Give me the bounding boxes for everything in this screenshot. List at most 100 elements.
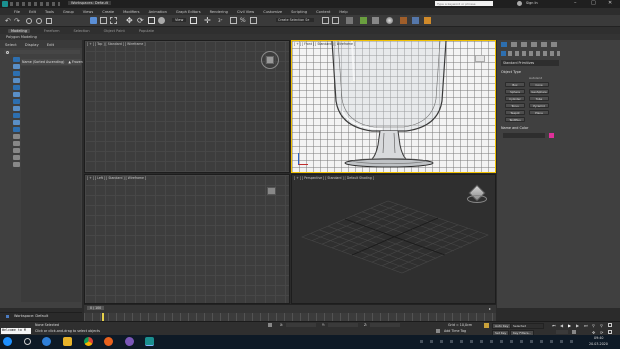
snaps-toggle-icon[interactable]: 3⁺ xyxy=(218,18,223,23)
cmd-tab-hierarchy-icon[interactable] xyxy=(521,42,527,47)
zoom-icon[interactable]: ⚲ xyxy=(592,323,595,328)
search-input[interactable] xyxy=(435,1,493,6)
select-object-icon[interactable] xyxy=(90,17,97,24)
textplus-button[interactable]: TextPlus xyxy=(505,117,525,122)
scale-icon[interactable] xyxy=(148,17,155,24)
workspace-selector[interactable]: Workspace: Default xyxy=(0,312,82,320)
move-icon[interactable]: ✥ xyxy=(126,16,133,25)
menu-content[interactable]: Content xyxy=(316,10,330,14)
viber-icon[interactable] xyxy=(125,337,134,346)
explorer-menu-select[interactable]: Select xyxy=(5,42,17,47)
cmd-tab-create-icon[interactable] xyxy=(501,42,507,47)
viewcube-ring[interactable] xyxy=(467,195,487,203)
explorer-folder-icon[interactable] xyxy=(63,337,72,346)
prev-frame-icon[interactable]: ◀ xyxy=(560,323,563,328)
selection-set-dropdown[interactable]: Create Selection Se xyxy=(276,18,314,22)
material-editor-icon[interactable] xyxy=(386,17,393,24)
rendered-frame-icon[interactable] xyxy=(412,17,419,24)
name-and-color-title[interactable]: Name and Color xyxy=(501,126,528,130)
cylinder-button[interactable]: Cylinder xyxy=(505,96,525,101)
teapot-button[interactable]: Teapot xyxy=(505,110,525,115)
box-button[interactable]: Box xyxy=(505,82,525,87)
menu-tools[interactable]: Tools xyxy=(45,10,54,14)
cmd-tab-motion-icon[interactable] xyxy=(531,42,537,47)
next-frame-icon[interactable]: ▸ xyxy=(489,306,491,311)
select-by-name-icon[interactable] xyxy=(100,17,107,24)
time-slider-handle[interactable]: 0 / 100 xyxy=(87,306,105,310)
mirror-icon[interactable] xyxy=(322,17,329,24)
maximize-icon[interactable]: □ xyxy=(591,0,596,6)
explorer-list[interactable] xyxy=(21,66,81,302)
tab-object-paint[interactable]: Object Paint xyxy=(104,29,125,33)
filter-bones-icon[interactable] xyxy=(13,113,20,118)
link-icon[interactable] xyxy=(26,18,32,24)
sphere-button[interactable]: Sphere xyxy=(505,89,525,94)
filter-helpers-icon[interactable] xyxy=(13,85,20,90)
filter-spacewarps-icon[interactable] xyxy=(13,92,20,97)
next-key-icon[interactable]: ▶ xyxy=(576,323,579,328)
sign-in-button[interactable]: Sign In xyxy=(526,1,538,5)
edge-icon[interactable] xyxy=(42,337,51,346)
column-name-header[interactable]: Name (Sorted Ascending) xyxy=(22,60,64,64)
menu-graph-editors[interactable]: Graph Editors xyxy=(176,10,201,14)
clock-time[interactable]: 09:40 xyxy=(594,336,604,340)
cmd-tab-modify-icon[interactable] xyxy=(511,42,517,47)
viewport-top-label[interactable]: [ + ] [ Top ] [ Standard ] [ Wireframe ] xyxy=(87,42,146,46)
render-setup-icon[interactable] xyxy=(400,17,407,24)
menu-scripting[interactable]: Scripting xyxy=(291,10,307,14)
zoom-extents-icon[interactable] xyxy=(608,323,612,327)
track-bar[interactable] xyxy=(84,313,496,321)
close-icon[interactable]: ✕ xyxy=(608,0,612,6)
search-icon[interactable] xyxy=(24,338,31,345)
schematic-view-icon[interactable] xyxy=(372,17,379,24)
goto-start-icon[interactable]: ⏮ xyxy=(552,323,556,328)
geosphere-button[interactable]: GeoSphere xyxy=(529,89,549,94)
tab-selection[interactable]: Selection xyxy=(74,29,90,33)
find-icon[interactable] xyxy=(13,162,20,167)
object-name-field[interactable] xyxy=(503,133,545,138)
filter-shapes-icon[interactable] xyxy=(13,64,20,69)
primitive-type-dropdown[interactable]: Standard Primitives xyxy=(501,60,559,66)
explorer-menu-edit[interactable]: Edit xyxy=(47,42,54,47)
filter-containers-icon[interactable] xyxy=(13,120,20,125)
rect-selection-icon[interactable] xyxy=(110,17,117,24)
align-icon[interactable] xyxy=(332,17,339,24)
filter-cameras-icon[interactable] xyxy=(13,78,20,83)
time-tag-icon[interactable] xyxy=(436,329,440,333)
place-icon[interactable] xyxy=(158,17,165,24)
auto-key-button[interactable]: Auto Key xyxy=(492,323,512,329)
menu-group[interactable]: Group xyxy=(63,10,74,14)
frame-field[interactable] xyxy=(556,330,568,334)
viewport-left[interactable]: [ + ] [ Left ] [ Standard ] [ Wireframe … xyxy=(84,174,290,304)
explorer-search-icon[interactable] xyxy=(6,51,9,54)
tube-button[interactable]: Tube xyxy=(529,96,549,101)
selected-dropdown[interactable]: Selected xyxy=(510,323,544,329)
menu-animation[interactable]: Animation xyxy=(149,10,167,14)
rotate-icon[interactable]: ⟳ xyxy=(137,16,144,25)
angle-snap-icon[interactable] xyxy=(230,17,237,24)
viewport-front[interactable]: [ + ] [ Front ] [ Standard ] [ Wireframe… xyxy=(291,40,496,173)
workspace-title[interactable]: Workspaces: Default xyxy=(68,1,111,5)
percent-snap-icon[interactable]: % xyxy=(240,17,246,24)
user-icon[interactable] xyxy=(517,1,522,6)
redo-icon[interactable]: ↷ xyxy=(14,17,20,25)
object-type-title[interactable]: Object Type xyxy=(501,70,521,74)
geometry-category-icon[interactable] xyxy=(501,51,506,56)
menu-edit[interactable]: Edit xyxy=(29,10,36,14)
viewport-left-label[interactable]: [ + ] [ Left ] [ Standard ] [ Wireframe … xyxy=(87,176,146,180)
firefox-icon[interactable] xyxy=(104,337,113,346)
menu-rendering[interactable]: Rendering xyxy=(210,10,228,14)
filter-all-icon[interactable] xyxy=(13,141,20,146)
time-slider[interactable]: 0 / 100 ▸ xyxy=(84,304,496,313)
zoom-all-icon[interactable]: ⚲ xyxy=(600,323,603,328)
x-field[interactable] xyxy=(286,323,316,327)
bind-space-warp-icon[interactable] xyxy=(46,18,52,24)
cmd-tab-utilities-icon[interactable] xyxy=(551,42,557,47)
column-frozen-header[interactable]: ▲ Frozen xyxy=(68,60,82,64)
menu-create[interactable]: Create xyxy=(102,10,114,14)
menu-file[interactable]: File xyxy=(14,10,20,14)
cmd-tab-display-icon[interactable] xyxy=(541,42,547,47)
viewport-perspective-label[interactable]: [ + ] [ Perspective ] [ Standard ] [ Def… xyxy=(294,176,374,180)
filter-geometry-icon[interactable] xyxy=(13,57,20,62)
viewport-front-label[interactable]: [ + ] [ Front ] [ Standard ] [ Wireframe… xyxy=(294,42,355,46)
